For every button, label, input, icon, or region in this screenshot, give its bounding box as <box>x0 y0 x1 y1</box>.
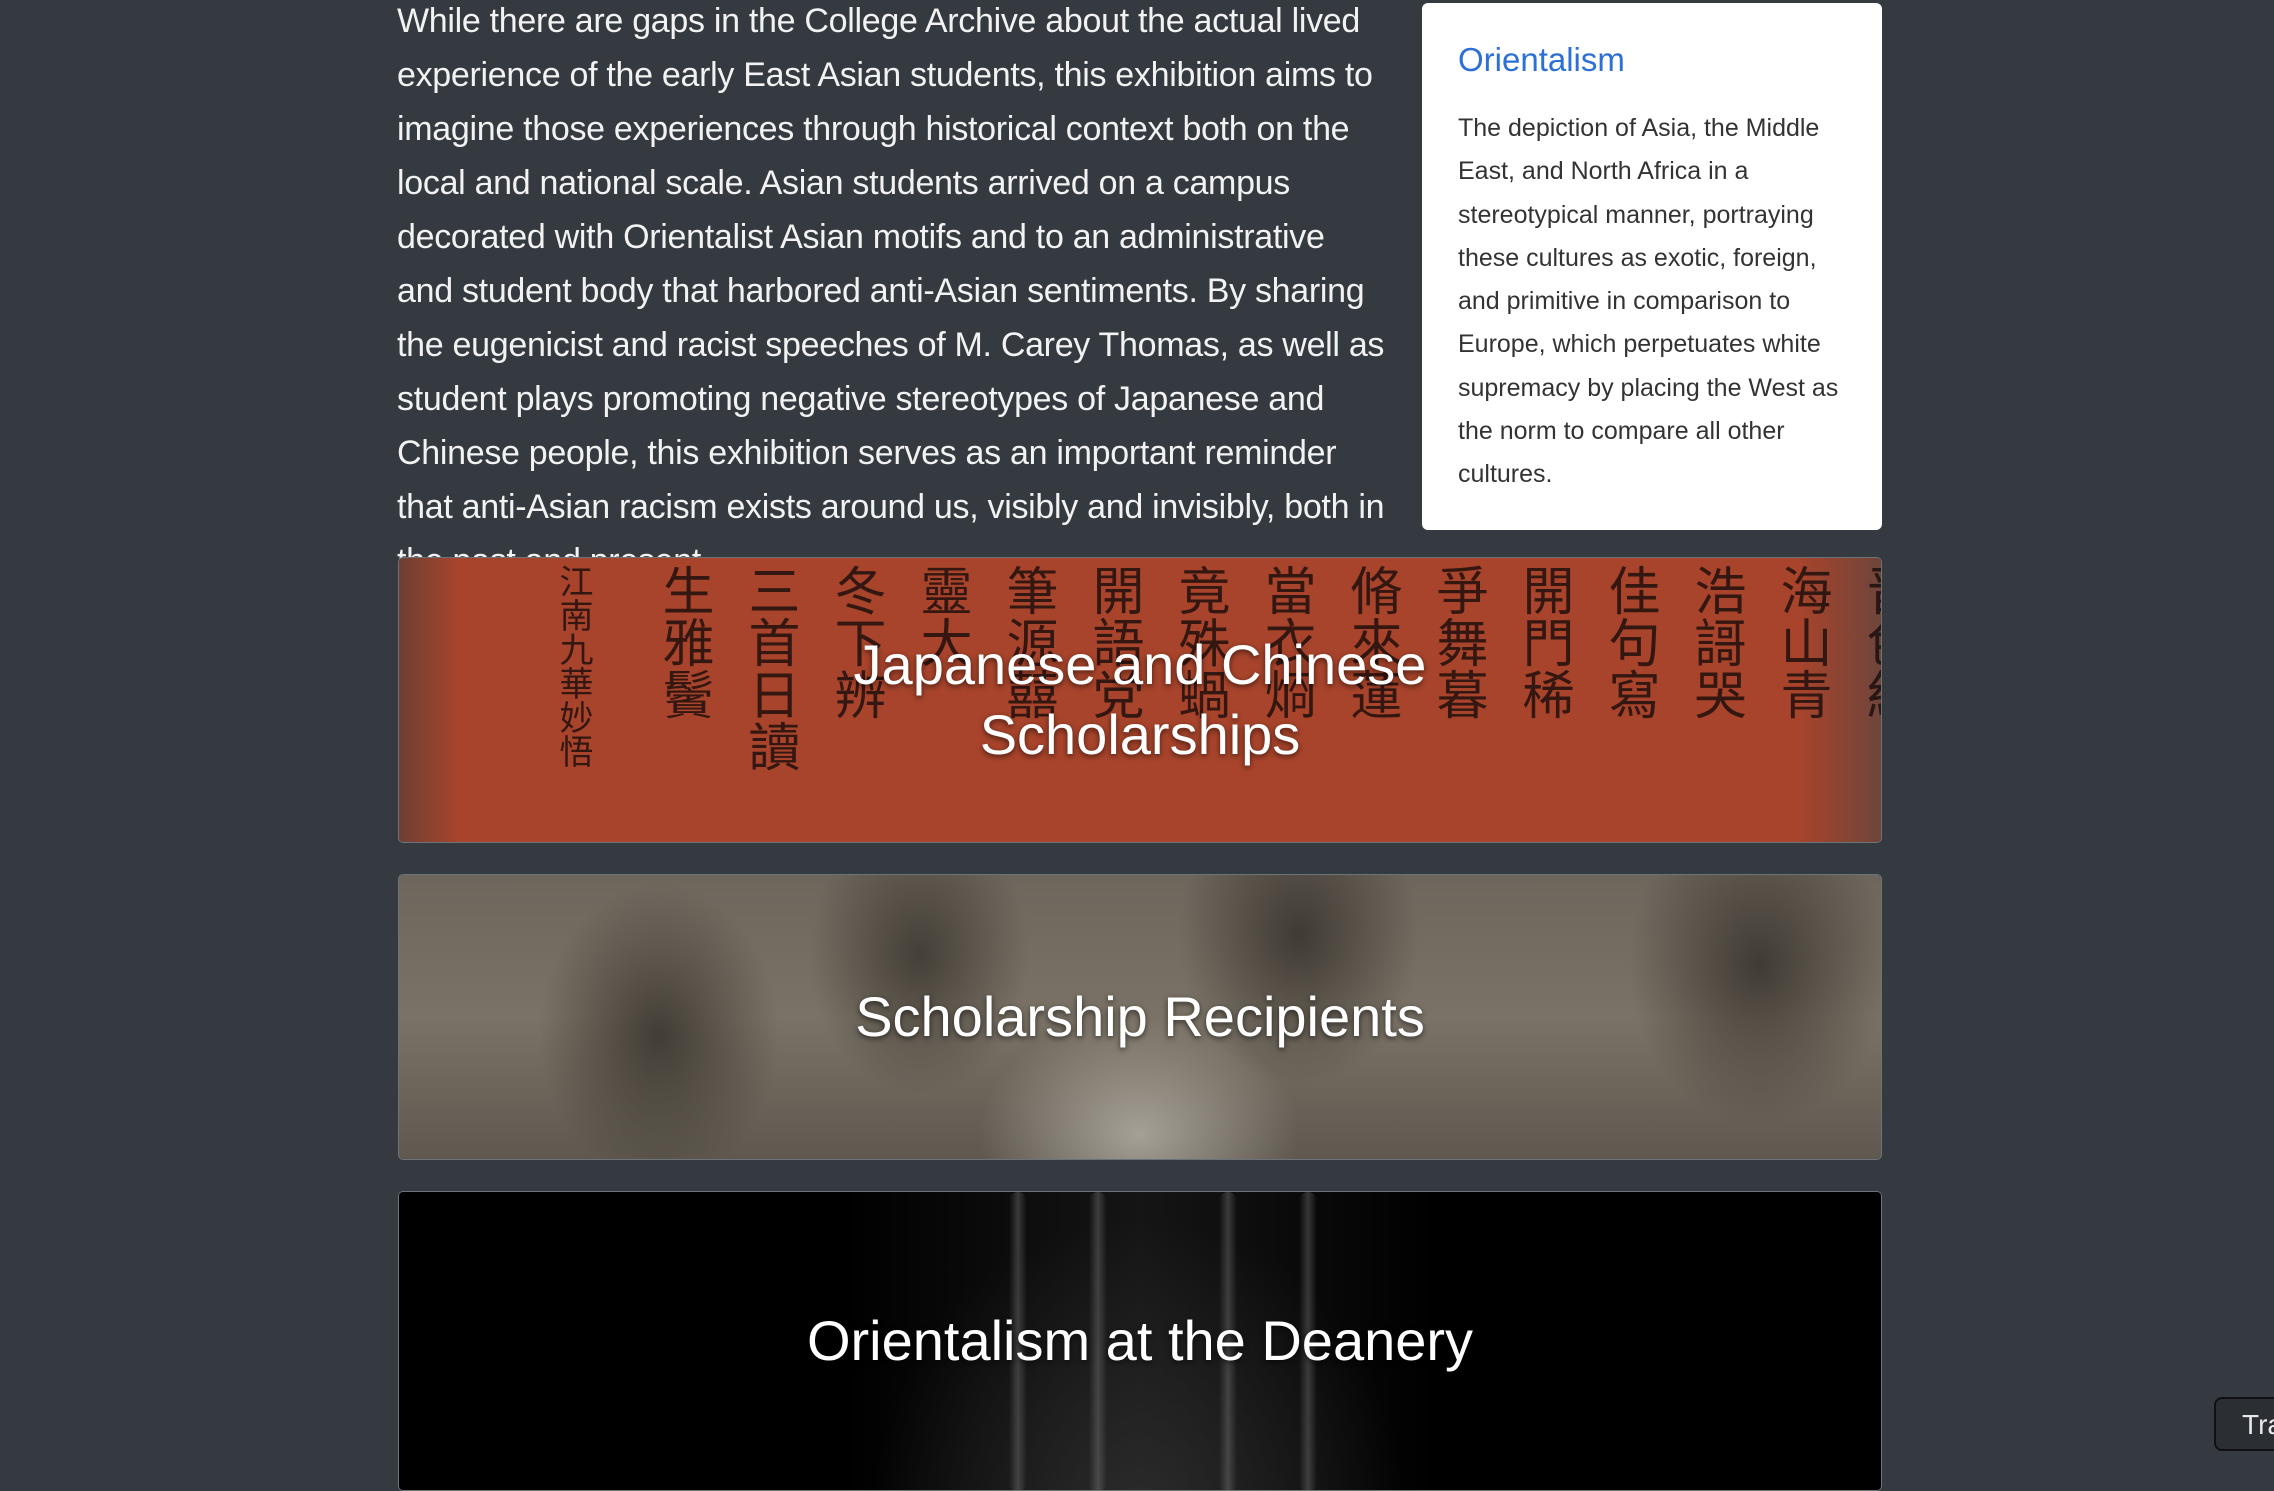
translate-button[interactable]: Tra <box>2214 1397 2274 1451</box>
card-title: Scholarship Recipients <box>855 985 1425 1048</box>
card-scholarship-recipients[interactable]: Scholarship Recipients <box>398 874 1882 1160</box>
calligraphy-column: 佳句寫 <box>1599 564 1659 720</box>
calligraphy-column: 江南九華妙悟 <box>553 564 593 768</box>
calligraphy-column: 生雅鬢 <box>653 564 713 720</box>
calligraphy-column: 浩謌哭 <box>1685 564 1745 720</box>
calligraphy-column: 海山青 <box>1771 564 1831 720</box>
glossary-definition: The depiction of Asia, the Middle East, … <box>1458 114 1839 489</box>
intro-paragraph: While there are gaps in the College Arch… <box>397 2 1385 580</box>
card-japanese-chinese-scholarships[interactable]: 晋色紅 海山青 浩謌哭 佳句寫 開門稀 爭舞暮 脩來蓮 當衣烱 竟殊蝸 開語党 筆源囍 靈大 冬下辨 三首… <box>398 557 1882 843</box>
card-title: Japanese and Chinese Scholarships <box>853 633 1427 766</box>
glossary-card: Orientalism The depiction of Asia, the M… <box>1422 3 1882 530</box>
glossary-term: Orientalism <box>1458 41 1625 78</box>
card-title: Orientalism at the Deanery <box>806 1309 1474 1372</box>
card-orientalism-deanery[interactable]: Orientalism at the Deanery <box>398 1191 1882 1491</box>
